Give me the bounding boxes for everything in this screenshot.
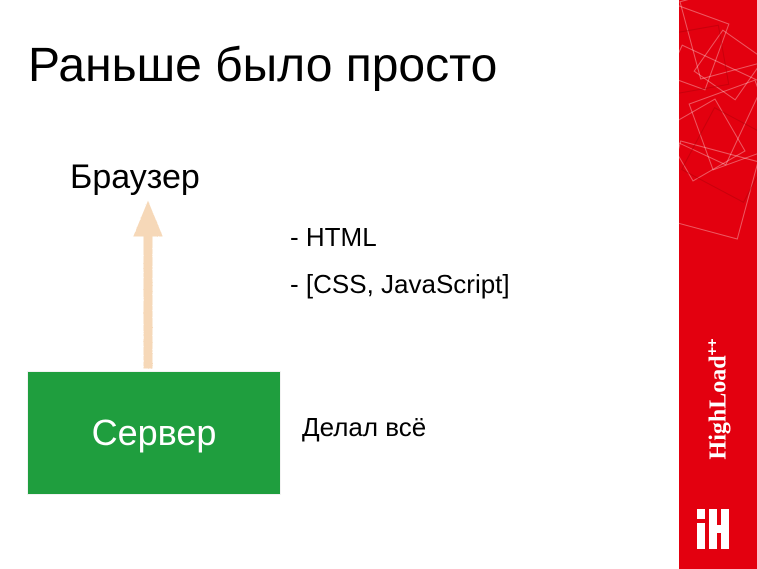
brand-suffix: ++ [704,339,720,356]
brand-logo-icon [697,509,739,549]
browser-label: Браузер [70,158,200,197]
server-box: Сервер [28,372,280,494]
bullet-item: [CSS, JavaScript] [290,269,510,300]
server-caption: Делал всё [302,412,426,443]
server-box-label: Сервер [92,412,217,454]
brand-name: HighLoad [705,355,731,459]
slide-title: Раньше было просто [28,38,497,93]
sidebar-pattern [679,0,757,240]
arrow-up-icon [128,200,168,370]
sidebar: HighLoad++ [679,0,757,569]
brand-text: HighLoad++ [679,299,757,499]
bullet-item: HTML [290,222,510,253]
bullet-list: HTML [CSS, JavaScript] [290,222,510,316]
slide: Раньше было просто Браузер HTML [CSS, Ja… [0,0,757,569]
